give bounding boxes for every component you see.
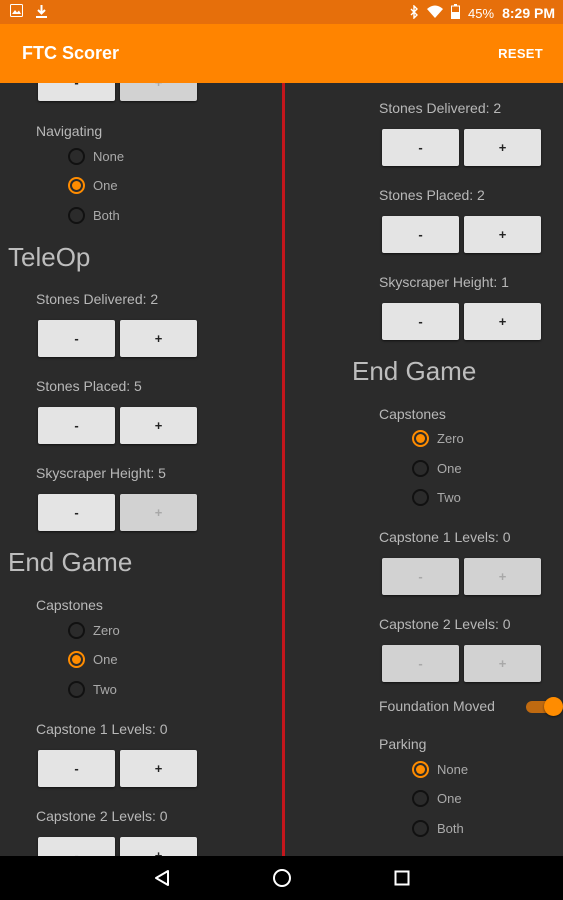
skyscraper-height-label: Skyscraper Height: 1 [379, 274, 509, 290]
battery-icon [451, 4, 461, 22]
radio-circle [68, 680, 85, 698]
stones-delivered-label: Stones Delivered: 2 [36, 291, 159, 307]
end-game-header: End Game [352, 356, 477, 386]
wifi-icon [427, 5, 444, 21]
navigating-radio-both[interactable]: Both [68, 205, 120, 225]
stones-placed-minus-button[interactable]: - [38, 407, 115, 444]
capstones-label: Capstones [36, 597, 103, 613]
right-team-column[interactable]: Stones Delivered: 2 - + Stones Placed: 2… [285, 83, 563, 856]
skyscraper-height-label: Skyscraper Height: 5 [36, 465, 166, 481]
radio-label: One [437, 790, 462, 806]
capstone2-levels-label: Capstone 2 Levels: 0 [379, 616, 511, 632]
home-icon[interactable] [270, 866, 294, 890]
radio-label: None [437, 761, 469, 777]
radio-circle [68, 176, 85, 194]
stones-delivered-plus-button[interactable]: + [120, 320, 197, 357]
recents-icon[interactable] [390, 866, 414, 890]
download-notification-icon [35, 4, 48, 21]
capstones-label: Capstones [379, 406, 446, 422]
capstone1-levels-label: Capstone 1 Levels: 0 [36, 721, 168, 737]
capstones-radio-two[interactable]: Two [68, 679, 117, 699]
top-minus-button[interactable]: - [38, 83, 115, 101]
app-title: FTC Scorer [22, 43, 120, 63]
foundation-moved-label: Foundation Moved [379, 698, 495, 714]
radio-label: Two [93, 681, 117, 697]
radio-circle [68, 147, 85, 165]
radio-label: One [437, 460, 462, 476]
foundation-moved-switch[interactable] [526, 696, 563, 716]
stones-delivered-minus-button[interactable]: - [38, 320, 115, 357]
radio-label: One [93, 177, 118, 193]
stones-placed-plus-button[interactable]: + [464, 216, 541, 253]
stones-delivered-minus-button[interactable]: - [382, 129, 459, 166]
radio-circle [412, 459, 429, 477]
radio-circle [412, 429, 429, 447]
stones-placed-label: Stones Placed: 5 [36, 378, 142, 394]
capstones-radio-one[interactable]: One [68, 649, 118, 669]
radio-circle [412, 488, 429, 506]
bluetooth-icon [410, 3, 419, 22]
top-plus-button[interactable]: + [120, 83, 197, 101]
radio-circle [412, 760, 429, 778]
stones-placed-label: Stones Placed: 2 [379, 187, 485, 203]
navigation-bar [0, 856, 563, 900]
capstones-radio-zero[interactable]: Zero [68, 620, 120, 640]
capstone1-levels-plus-button[interactable]: + [464, 558, 541, 595]
capstones-radio-zero[interactable]: Zero [412, 428, 464, 448]
skyscraper-height-minus-button[interactable]: - [38, 494, 115, 531]
capstones-radio-one[interactable]: One [412, 458, 462, 478]
capstone2-levels-minus-button[interactable]: - [382, 645, 459, 682]
capstone1-levels-plus-button[interactable]: + [120, 750, 197, 787]
radio-label: Zero [437, 430, 464, 446]
stones-delivered-plus-button[interactable]: + [464, 129, 541, 166]
parking-radio-none[interactable]: None [412, 759, 468, 779]
radio-label: Two [437, 489, 461, 505]
clock: 8:29 PM [502, 5, 555, 21]
capstone2-levels-minus-button[interactable]: - [38, 837, 115, 856]
back-icon[interactable] [150, 866, 174, 890]
radio-circle [68, 650, 85, 668]
capstone1-levels-minus-button[interactable]: - [382, 558, 459, 595]
skyscraper-height-plus-button[interactable]: + [120, 494, 197, 531]
radio-circle [412, 789, 429, 807]
teleop-header: TeleOp [8, 242, 91, 272]
stones-placed-minus-button[interactable]: - [382, 216, 459, 253]
navigating-radio-none[interactable]: None [68, 146, 124, 166]
radio-circle [412, 819, 429, 837]
parking-radio-one[interactable]: One [412, 788, 462, 808]
parking-radio-both[interactable]: Both [412, 818, 464, 838]
radio-label: None [93, 148, 125, 164]
end-game-header: End Game [8, 547, 133, 577]
switch-thumb [544, 697, 563, 716]
radio-label: Zero [93, 622, 120, 638]
capstones-radio-two[interactable]: Two [412, 487, 461, 507]
image-notification-icon [10, 4, 23, 21]
app-bar: FTC Scorer RESET [0, 24, 563, 83]
capstone1-levels-label: Capstone 1 Levels: 0 [379, 529, 511, 545]
left-team-column[interactable]: - + Navigating None One Both TeleOp Ston… [0, 83, 282, 856]
parking-label: Parking [379, 736, 427, 752]
capstone1-levels-minus-button[interactable]: - [38, 750, 115, 787]
capstone2-levels-label: Capstone 2 Levels: 0 [36, 808, 168, 824]
radio-circle [68, 621, 85, 639]
radio-circle [68, 206, 85, 224]
navigating-label: Navigating [36, 123, 103, 139]
radio-label: Both [437, 820, 464, 836]
stones-delivered-label: Stones Delivered: 2 [379, 100, 502, 116]
reset-button[interactable]: RESET [498, 46, 543, 61]
skyscraper-height-plus-button[interactable]: + [464, 303, 541, 340]
capstone2-levels-plus-button[interactable]: + [464, 645, 541, 682]
navigating-radio-one[interactable]: One [68, 175, 118, 195]
content-area[interactable]: - + Navigating None One Both TeleOp Ston… [0, 83, 563, 856]
skyscraper-height-minus-button[interactable]: - [382, 303, 459, 340]
radio-label: Both [93, 207, 120, 223]
battery-percent: 45% [468, 5, 495, 21]
radio-label: One [93, 651, 118, 667]
capstone2-levels-plus-button[interactable]: + [120, 837, 197, 856]
status-bar: 45% 8:29 PM [0, 0, 563, 24]
stones-placed-plus-button[interactable]: + [120, 407, 197, 444]
